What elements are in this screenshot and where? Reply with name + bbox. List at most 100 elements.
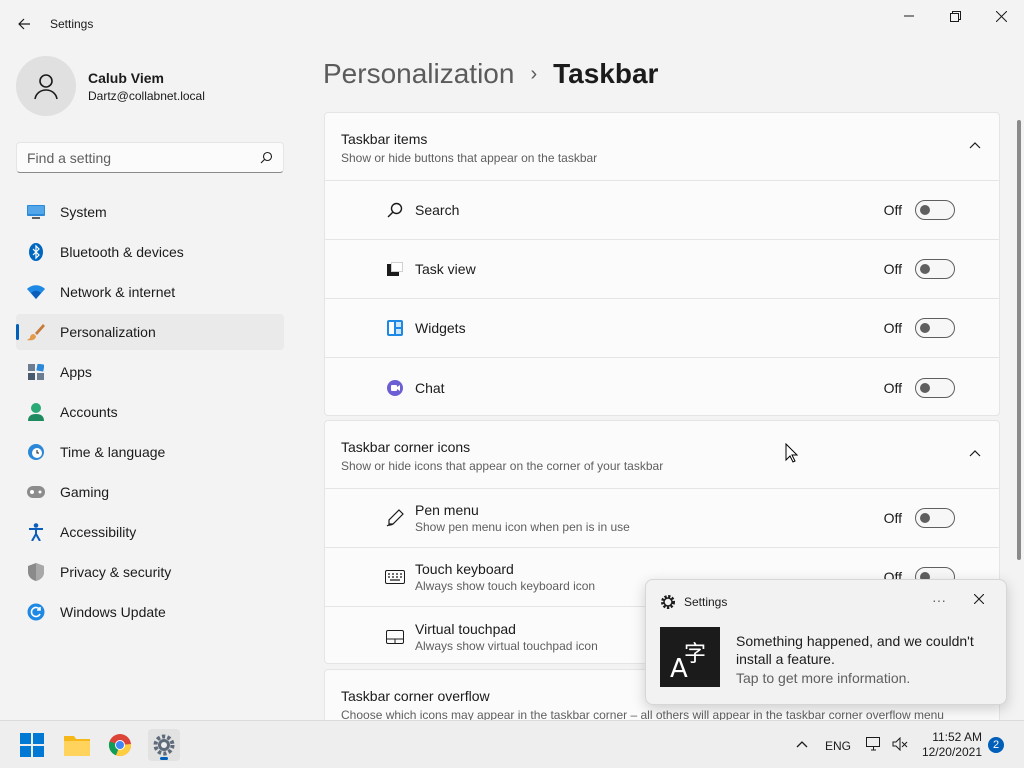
profile-email: Dartz@collabnet.local <box>88 88 205 103</box>
sidebar-item-label: Accounts <box>60 404 118 420</box>
start-icon <box>20 733 44 757</box>
toggle-state: Off <box>883 510 902 526</box>
title-bar: Settings <box>0 0 1024 48</box>
setting-row-task-view: Task view Off <box>325 240 999 299</box>
section-subtitle: Show or hide icons that appear on the co… <box>341 459 664 473</box>
setting-row-search: Search Off <box>325 181 999 240</box>
section-title: Taskbar corner icons <box>341 439 471 455</box>
restore-icon <box>949 10 961 22</box>
sidebar-item-label: System <box>60 204 107 220</box>
chat-icon <box>385 378 405 398</box>
search-icon <box>260 151 273 164</box>
minimize-button[interactable] <box>886 0 932 32</box>
person-icon <box>34 74 58 100</box>
setting-row-chat: Chat Off <box>325 358 999 417</box>
sidebar-item-label: Gaming <box>60 484 110 500</box>
setting-row-widgets: Widgets Off <box>325 299 999 358</box>
minimize-icon <box>904 15 914 17</box>
restore-button[interactable] <box>932 0 978 32</box>
chat-toggle[interactable] <box>915 377 955 398</box>
chrome-button[interactable] <box>104 729 136 761</box>
setting-description: Always show touch keyboard icon <box>415 579 596 593</box>
search-input[interactable] <box>27 149 260 166</box>
settings-gear-icon <box>661 595 675 609</box>
sidebar-item-label: Privacy & security <box>60 564 172 580</box>
widgets-toggle[interactable] <box>915 318 955 338</box>
toggle-state: Off <box>883 261 902 277</box>
sidebar-item-system[interactable]: System <box>16 194 284 230</box>
setting-label: Virtual touchpad <box>415 620 516 637</box>
monitor-icon <box>26 202 46 222</box>
accessibility-icon <box>26 522 46 542</box>
toggle-state: Off <box>883 320 902 336</box>
svg-text:字: 字 <box>684 642 706 667</box>
sidebar-item-label: Network & internet <box>60 284 176 300</box>
sidebar-item-time-language[interactable]: Time & language <box>16 434 284 470</box>
clock[interactable]: 11:52 AM 12/20/2021 <box>920 730 982 760</box>
profile-name: Calub Viem <box>88 69 164 86</box>
more-options-button[interactable]: ··· <box>932 592 946 608</box>
toast-notification[interactable]: Settings ··· A字 Something happened, and … <box>645 579 1007 705</box>
section-title: Taskbar items <box>341 131 428 147</box>
sidebar-item-network[interactable]: Network & internet <box>16 274 284 310</box>
user-profile[interactable]: Calub Viem Dartz@collabnet.local <box>16 56 205 116</box>
section-subtitle: Show or hide buttons that appear on the … <box>341 151 598 165</box>
sidebar-item-accessibility[interactable]: Accessibility <box>16 514 284 550</box>
volume-muted-icon[interactable] <box>892 737 908 751</box>
back-arrow-icon <box>18 18 30 30</box>
sidebar-item-label: Bluetooth & devices <box>60 244 184 260</box>
breadcrumb: Personalization › Taskbar <box>323 58 658 90</box>
mouse-cursor-icon <box>785 443 799 463</box>
wifi-icon <box>26 282 46 302</box>
toast-app-name: Settings <box>684 595 728 609</box>
chevron-up-icon[interactable] <box>969 449 981 457</box>
brush-icon <box>26 322 46 342</box>
shield-icon <box>26 562 46 582</box>
close-icon[interactable] <box>974 594 984 604</box>
setting-label: Pen menu <box>415 502 479 518</box>
close-button[interactable] <box>978 0 1024 32</box>
sidebar-item-accounts[interactable]: Accounts <box>16 394 284 430</box>
sidebar-item-apps[interactable]: Apps <box>16 354 284 390</box>
toast-message: Something happened, and we couldn't inst… <box>736 633 974 667</box>
vertical-scrollbar[interactable] <box>1017 120 1021 560</box>
avatar <box>16 56 76 116</box>
settings-taskbar-button[interactable] <box>148 729 180 761</box>
gamepad-icon <box>26 482 46 502</box>
task-view-icon <box>385 259 405 279</box>
setting-label: Widgets <box>415 320 466 336</box>
back-button[interactable] <box>12 12 36 36</box>
sidebar-item-privacy[interactable]: Privacy & security <box>16 554 284 590</box>
sidebar-item-bluetooth[interactable]: Bluetooth & devices <box>16 234 284 270</box>
bluetooth-icon <box>26 242 46 262</box>
language-indicator[interactable]: ENG <box>825 739 851 753</box>
network-icon[interactable] <box>866 737 882 751</box>
search-box[interactable] <box>16 142 284 173</box>
breadcrumb-parent[interactable]: Personalization <box>323 58 514 90</box>
start-button[interactable] <box>16 729 48 761</box>
file-explorer-button[interactable] <box>61 729 93 761</box>
task-view-toggle[interactable] <box>915 259 955 279</box>
pen-menu-toggle[interactable] <box>915 508 955 528</box>
taskbar-items-header[interactable]: Taskbar items Show or hide buttons that … <box>325 113 999 181</box>
person-icon <box>26 402 46 422</box>
chevron-up-icon[interactable] <box>969 141 981 149</box>
taskbar-corner-icons-header[interactable]: Taskbar corner icons Show or hide icons … <box>325 421 999 489</box>
chevron-up-icon[interactable] <box>796 740 808 748</box>
sidebar-item-label: Personalization <box>60 324 156 340</box>
search-toggle[interactable] <box>915 200 955 220</box>
sidebar-item-windows-update[interactable]: Windows Update <box>16 594 284 630</box>
notification-badge[interactable]: 2 <box>988 737 1004 753</box>
update-icon <box>26 602 46 622</box>
apps-icon <box>26 362 46 382</box>
sidebar-item-label: Apps <box>60 364 92 380</box>
close-icon <box>995 10 1007 22</box>
sidebar-nav: System Bluetooth & devices Network & int… <box>16 194 284 634</box>
toggle-state: Off <box>883 202 902 218</box>
setting-label: Task view <box>415 261 476 277</box>
sidebar-item-personalization[interactable]: Personalization <box>16 314 284 350</box>
breadcrumb-separator: › <box>530 62 538 85</box>
sidebar-item-gaming[interactable]: Gaming <box>16 474 284 510</box>
pen-icon <box>385 508 405 528</box>
language-feature-icon: A字 <box>660 627 720 687</box>
